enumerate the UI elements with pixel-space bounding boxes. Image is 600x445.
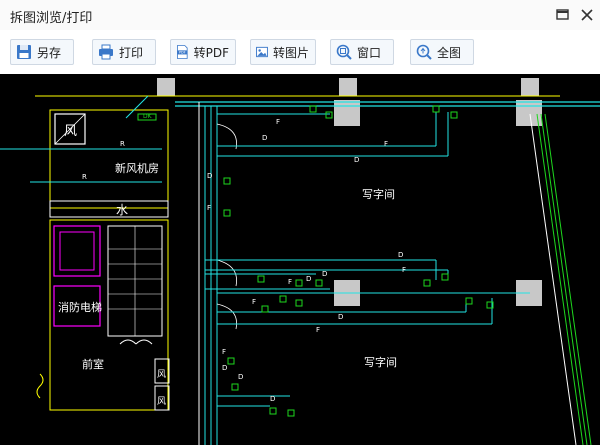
pipe-label-d: D — [222, 364, 227, 372]
print-preview-window: 拆图浏览/打印 另存 打印 PDF 转PDF 转图片 窗口 全图 风 新风机房 … — [0, 0, 600, 445]
zoom-window-button[interactable]: 窗口 — [330, 39, 394, 65]
office-label: 写字间 — [364, 355, 397, 369]
wind-label: 风 — [157, 396, 166, 407]
valve — [261, 305, 269, 313]
maximize-icon — [556, 9, 569, 20]
pipe-label-d: D — [338, 313, 343, 321]
save-as-label: 另存 — [37, 45, 62, 60]
wind-label: 风 — [157, 369, 166, 380]
elevator-car — [59, 231, 95, 271]
door-swing — [36, 373, 44, 399]
valve — [223, 177, 231, 185]
fire-elevator-label: 消防电梯 — [58, 300, 102, 314]
zoom-window-label: 窗口 — [357, 45, 382, 60]
door-swing — [216, 303, 237, 330]
printer-icon — [99, 44, 113, 60]
valve — [465, 297, 473, 305]
pipe-label-f: F — [384, 140, 388, 148]
close-button[interactable] — [578, 6, 596, 24]
to-image-label: 转图片 — [272, 45, 309, 60]
valve — [441, 273, 449, 281]
full-view-button[interactable]: 全图 — [410, 39, 474, 65]
valve — [295, 279, 303, 287]
valve — [295, 299, 303, 307]
column — [339, 78, 357, 96]
valve — [432, 105, 440, 113]
office-label: 写字间 — [362, 187, 395, 201]
valve — [269, 407, 277, 415]
pipe-label-d: D — [398, 251, 403, 259]
pipe-label-d: D — [270, 395, 275, 403]
facade-line — [540, 113, 588, 445]
window-title: 拆图浏览/打印 — [10, 11, 93, 26]
fan-room-label: 新风机房 — [115, 161, 159, 175]
cad-drawing: 风 新风机房 R R DK 水 消防电梯 前室 风 风 F D F D D F … — [0, 78, 600, 445]
image-icon — [256, 46, 268, 58]
door-swing — [119, 339, 153, 345]
valve — [325, 111, 333, 119]
water-strip — [49, 200, 169, 218]
close-icon — [581, 9, 593, 21]
valve — [287, 409, 295, 417]
facade-line — [536, 113, 584, 445]
to-pdf-label: 转PDF — [193, 45, 229, 60]
to-image-button[interactable]: 转图片 — [250, 39, 316, 65]
drawing-canvas[interactable]: 风 新风机房 R R DK 水 消防电梯 前室 风 风 F D F D D F … — [0, 74, 600, 445]
title-bar: 拆图浏览/打印 — [0, 0, 600, 31]
valve — [231, 383, 239, 391]
valve — [315, 279, 323, 287]
pipe-label-f: F — [207, 204, 211, 212]
pipe-label-d: D — [322, 270, 327, 278]
water-label: 水 — [116, 203, 128, 217]
valve — [450, 111, 458, 119]
column — [521, 78, 539, 96]
print-button[interactable]: 打印 — [92, 39, 156, 65]
wind-label: 风 — [64, 124, 77, 139]
valve — [227, 357, 235, 365]
pipe-label-f: F — [288, 278, 292, 286]
facade-line — [529, 113, 577, 445]
zoom-window-icon — [336, 44, 352, 60]
pipe-label-d: D — [354, 156, 359, 164]
pipe-label-f: F — [402, 266, 406, 274]
pipe-label-f: F — [276, 118, 280, 126]
pipe-label-f: F — [316, 326, 320, 334]
pdf-icon: PDF — [177, 45, 188, 59]
valve — [423, 279, 431, 287]
column — [157, 78, 175, 96]
valve — [223, 209, 231, 217]
elevator-shaft — [53, 225, 101, 277]
to-pdf-button[interactable]: PDF 转PDF — [170, 39, 236, 65]
valve — [279, 295, 287, 303]
zoom-extents-icon — [416, 44, 432, 60]
pipe-label-r: R — [120, 140, 125, 148]
core-outline — [49, 219, 169, 411]
pipe-label-f: F — [222, 348, 226, 356]
door-swing — [216, 259, 237, 287]
toolbar: 另存 打印 PDF 转PDF 转图片 窗口 全图 — [0, 30, 600, 74]
save-icon — [17, 45, 31, 59]
pipe-label-r: R — [82, 173, 87, 181]
pipe-label-d: D — [207, 172, 212, 180]
save-as-button[interactable]: 另存 — [10, 39, 74, 65]
door-swing — [216, 123, 237, 150]
pipe-label-d: D — [306, 275, 311, 283]
pipe-label-d: D — [262, 134, 267, 142]
lobby-label: 前室 — [82, 357, 104, 371]
valve — [309, 105, 317, 113]
column — [334, 100, 360, 126]
maximize-button[interactable] — [554, 6, 572, 24]
pipe-label-f: F — [252, 298, 256, 306]
valve — [257, 275, 265, 283]
full-view-label: 全图 — [437, 45, 462, 60]
pipe-label-d: D — [238, 373, 243, 381]
print-label: 打印 — [119, 45, 144, 60]
facade-line — [544, 113, 592, 445]
svg-text:PDF: PDF — [179, 51, 186, 55]
